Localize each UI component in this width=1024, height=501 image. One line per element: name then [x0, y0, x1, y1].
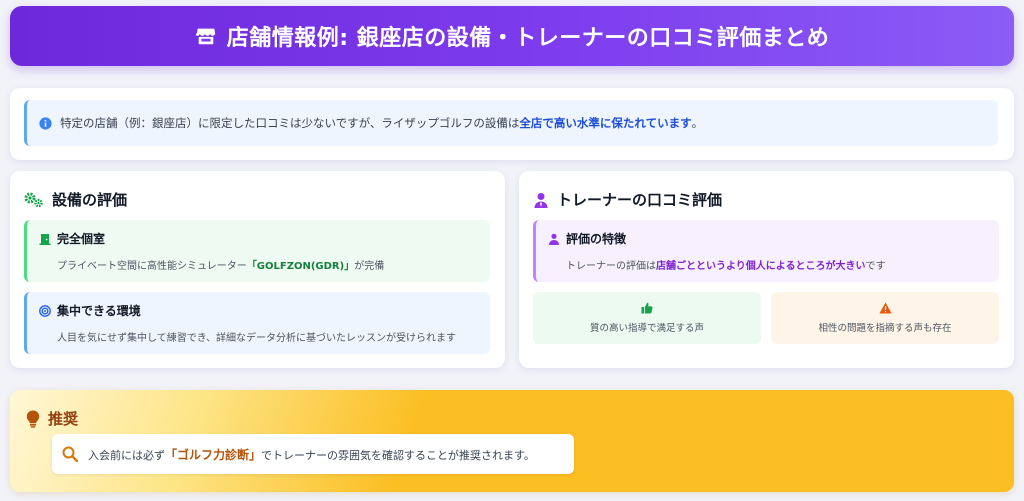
negative-review-text: 相性の問題を指摘する声も存在: [818, 323, 952, 334]
recommendation-box: 入会前には必ず「ゴルフ力診断」でトレーナーの雰囲気を確認することが推奨されます。: [52, 434, 574, 474]
gears-icon: [24, 192, 44, 208]
info-highlight: 全店で高い水準に保たれています: [519, 116, 692, 130]
facility-item-text: 人目を気にせず集中して練習でき、詳細なデータ分析に基づいたレッスンが受けられます: [57, 333, 456, 344]
target-icon: [39, 304, 51, 317]
trainer-section-title: トレーナーの口コミ評価: [533, 189, 722, 210]
trainer-feature-title: 評価の特徴: [566, 232, 627, 246]
trainer-title: トレーナーの口コミ評価: [557, 191, 723, 209]
recommendation-text-after: でトレーナーの雰囲気を確認することが推奨されます。: [261, 448, 535, 462]
info-text-after: 。: [691, 116, 704, 130]
trainer-feature-text-before: トレーナーの評価は: [566, 261, 656, 272]
user-tie-icon: [533, 192, 549, 208]
trainer-feature-text: トレーナーの評価は店舗ごとというより個人によるところが大きいです: [548, 257, 999, 272]
trainer-feature-highlight: 店舗ごとというより個人によるところが大きい: [656, 261, 866, 272]
door-icon: [39, 233, 51, 245]
facility-item-focus-environment: 集中できる環境 人目を気にせず集中して練習でき、詳細なデータ分析に基づいたレッス…: [24, 292, 490, 354]
facility-item-title: 完全個室: [57, 232, 106, 246]
recommendation-section-title: 推奨: [26, 408, 78, 429]
positive-review-box: 質の高い指導で満足する声: [533, 292, 761, 344]
negative-review-box: 相性の問題を指摘する声も存在: [771, 292, 999, 344]
recommendation-highlight: 「ゴルフ力診断」: [165, 447, 262, 462]
facility-item-text: プライベート空間に高性能シミュレーター「GOLFZON(GDR)」が完備: [39, 257, 490, 272]
trainer-feature-text-after: です: [865, 261, 886, 272]
facility-item-title: 集中できる環境: [57, 304, 141, 318]
recommendation-text-before: 入会前には必ず: [88, 448, 165, 462]
recommendation-panel: 推奨 入会前には必ず「ゴルフ力診断」でトレーナーの雰囲気を確認することが推奨され…: [10, 390, 1014, 492]
warning-icon: [878, 302, 892, 314]
recommendation-text: 入会前には必ず「ゴルフ力診断」でトレーナーの雰囲気を確認することが推奨されます。: [88, 446, 535, 463]
positive-review-text: 質の高い指導で満足する声: [589, 323, 704, 334]
page-title: 店舗情報例: 銀座店の設備・トレーナーの口コミ評価まとめ: [226, 26, 830, 51]
facility-card: 設備の評価 完全個室 プライベート空間に高性能シミュレーター「GOLFZON(G…: [10, 171, 505, 368]
facility-title: 設備の評価: [52, 191, 128, 209]
info-callout: 特定の店舗（例：銀座店）に限定した口コミは少ないですが、ライザップゴルフの設備は…: [24, 100, 998, 146]
facility-item-text-before: プライベート空間に高性能シミュレーター: [57, 261, 247, 272]
search-icon: [62, 446, 78, 462]
store-icon: [195, 25, 217, 47]
facility-item-text-after: が完備: [354, 261, 385, 272]
info-text-before: 特定の店舗（例：銀座店）に限定した口コミは少ないですが、ライザップゴルフの設備は: [60, 116, 520, 130]
facility-item-highlight: 「GOLFZON(GDR)」: [246, 261, 355, 272]
facility-item-private-room: 完全個室 プライベート空間に高性能シミュレーター「GOLFZON(GDR)」が完…: [24, 220, 490, 282]
recommendation-title: 推奨: [48, 410, 79, 428]
info-card: 特定の店舗（例：銀座店）に限定した口コミは少ないですが、ライザップゴルフの設備は…: [10, 88, 1014, 160]
info-icon: [39, 116, 52, 130]
thumbs-up-icon: [641, 302, 653, 314]
page-header: 店舗情報例: 銀座店の設備・トレーナーの口コミ評価まとめ: [10, 6, 1014, 66]
lightbulb-icon: [26, 410, 40, 428]
info-text: 特定の店舗（例：銀座店）に限定した口コミは少ないですが、ライザップゴルフの設備は…: [60, 115, 703, 131]
facility-section-title: 設備の評価: [24, 189, 127, 210]
trainer-feature: 評価の特徴 トレーナーの評価は店舗ごとというより個人によるところが大きいです: [533, 220, 999, 282]
trainer-card: トレーナーの口コミ評価 評価の特徴 トレーナーの評価は店舗ごとというより個人によ…: [519, 171, 1014, 368]
user-icon: [548, 233, 560, 245]
